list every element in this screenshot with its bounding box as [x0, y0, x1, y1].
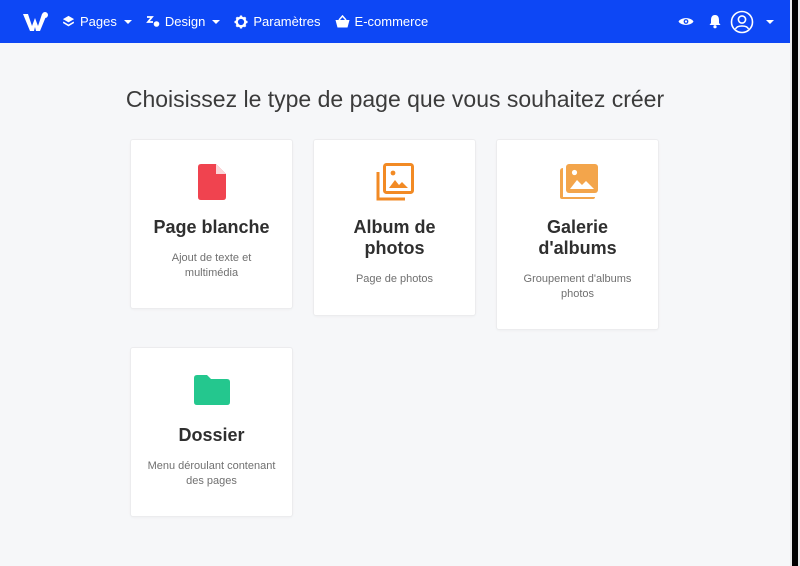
card-galerie-albums[interactable]: Galerie d'albums Groupement d'albums pho… [496, 139, 659, 330]
photo-gallery-icon [497, 162, 658, 202]
top-navbar: Pages Design Paramètres E-commerce [0, 0, 790, 43]
card-description: Page de photos [355, 273, 434, 285]
gear-icon [234, 15, 248, 29]
card-description: Ajout de texte et multimédia [171, 252, 252, 279]
basket-icon [335, 15, 350, 28]
folder-icon [131, 370, 292, 410]
design-icon [146, 15, 160, 28]
card-title: Dossier [178, 425, 245, 445]
nav-pages-label: Pages [80, 14, 117, 29]
nav-pages[interactable]: Pages [62, 0, 132, 43]
card-title: Page blanche [153, 217, 270, 237]
nav-design[interactable]: Design [146, 0, 221, 43]
file-icon [131, 162, 292, 202]
nav-ecommerce[interactable]: E-commerce [335, 0, 429, 43]
card-title: Album de photos [353, 217, 436, 258]
bell-icon[interactable] [708, 14, 722, 29]
nav-parametres-label: Paramètres [253, 14, 321, 29]
card-description: Menu déroulant contenant des pages [147, 460, 276, 487]
scrollbar-thumb[interactable] [792, 0, 798, 566]
user-circle-icon[interactable] [730, 10, 754, 34]
nav-parametres[interactable]: Paramètres [234, 0, 321, 43]
nav-design-label: Design [164, 14, 206, 29]
card-album-photos[interactable]: Album de photos Page de photos [313, 139, 476, 316]
chevron-down-icon [212, 19, 221, 24]
card-dossier[interactable]: Dossier Menu déroulant contenant des pag… [130, 347, 293, 517]
caret-down-icon[interactable] [766, 19, 774, 24]
card-description: Groupement d'albums photos [523, 273, 632, 300]
nav-ecommerce-label: E-commerce [354, 14, 429, 29]
page-title: Choisissez le type de page que vous souh… [125, 86, 665, 112]
card-page-blanche[interactable]: Page blanche Ajout de texte et multimédi… [130, 139, 293, 309]
card-title: Galerie d'albums [538, 217, 617, 258]
chevron-down-icon [123, 19, 132, 24]
photo-album-icon [314, 162, 475, 202]
eye-icon[interactable] [678, 16, 694, 27]
layers-icon [62, 15, 75, 28]
scrollbar[interactable] [790, 0, 800, 566]
logo-icon[interactable] [20, 7, 50, 37]
